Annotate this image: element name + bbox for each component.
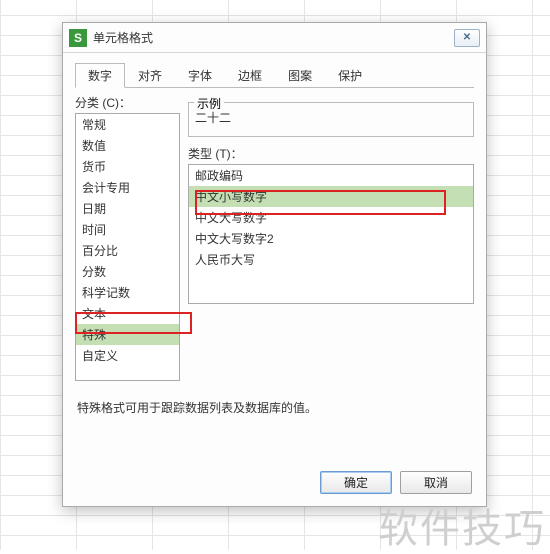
description-text: 特殊格式可用于跟踪数据列表及数据库的值。 [63,381,486,416]
category-label: 分类 (C)： [75,94,180,111]
category-item[interactable]: 常规 [76,114,179,135]
tab-number[interactable]: 数字 [75,63,125,88]
content-area: 分类 (C)： 常规 数值 货币 会计专用 日期 时间 百分比 分数 科学记数 … [63,88,486,381]
tab-pattern[interactable]: 图案 [275,63,325,88]
tab-protection[interactable]: 保护 [325,63,375,88]
watermark-text: 软件技巧 [378,496,546,554]
category-item[interactable]: 货币 [76,156,179,177]
cell-format-dialog: S 单元格格式 ✕ 数字 对齐 字体 边框 图案 保护 分类 (C)： 常规 数… [62,22,487,507]
category-item[interactable]: 百分比 [76,240,179,261]
cancel-button[interactable]: 取消 [400,471,472,494]
tab-font[interactable]: 字体 [175,63,225,88]
example-group: 示例 二十二 [188,102,474,137]
ok-button[interactable]: 确定 [320,471,392,494]
type-item[interactable]: 中文大写数字2 [189,228,473,249]
category-item[interactable]: 时间 [76,219,179,240]
category-item[interactable]: 自定义 [76,345,179,366]
example-value: 二十二 [188,103,474,137]
type-item[interactable]: 人民币大写 [189,249,473,270]
category-item[interactable]: 数值 [76,135,179,156]
tab-alignment[interactable]: 对齐 [125,63,175,88]
titlebar: S 单元格格式 ✕ [63,23,486,53]
type-item[interactable]: 邮政编码 [189,165,473,186]
category-item-special[interactable]: 特殊 [76,324,179,345]
dialog-title: 单元格格式 [93,29,454,46]
category-item[interactable]: 会计专用 [76,177,179,198]
type-item[interactable]: 中文大写数字 [189,207,473,228]
category-item[interactable]: 日期 [76,198,179,219]
detail-column: 示例 二十二 类型 (T)： 邮政编码 中文小写数字 中文大写数字 中文大写数字… [188,94,474,381]
tab-border[interactable]: 边框 [225,63,275,88]
category-item[interactable]: 分数 [76,261,179,282]
type-list[interactable]: 邮政编码 中文小写数字 中文大写数字 中文大写数字2 人民币大写 [188,164,474,304]
button-row: 确定 取消 [320,471,472,494]
type-item-chinese-lowercase[interactable]: 中文小写数字 [189,186,473,207]
type-label: 类型 (T)： [188,145,474,162]
category-column: 分类 (C)： 常规 数值 货币 会计专用 日期 时间 百分比 分数 科学记数 … [75,94,180,381]
app-icon: S [69,29,87,47]
category-item[interactable]: 科学记数 [76,282,179,303]
tab-strip: 数字 对齐 字体 边框 图案 保护 [75,63,474,88]
category-item[interactable]: 文本 [76,303,179,324]
close-button[interactable]: ✕ [454,29,480,47]
category-list[interactable]: 常规 数值 货币 会计专用 日期 时间 百分比 分数 科学记数 文本 特殊 自定… [75,113,180,381]
